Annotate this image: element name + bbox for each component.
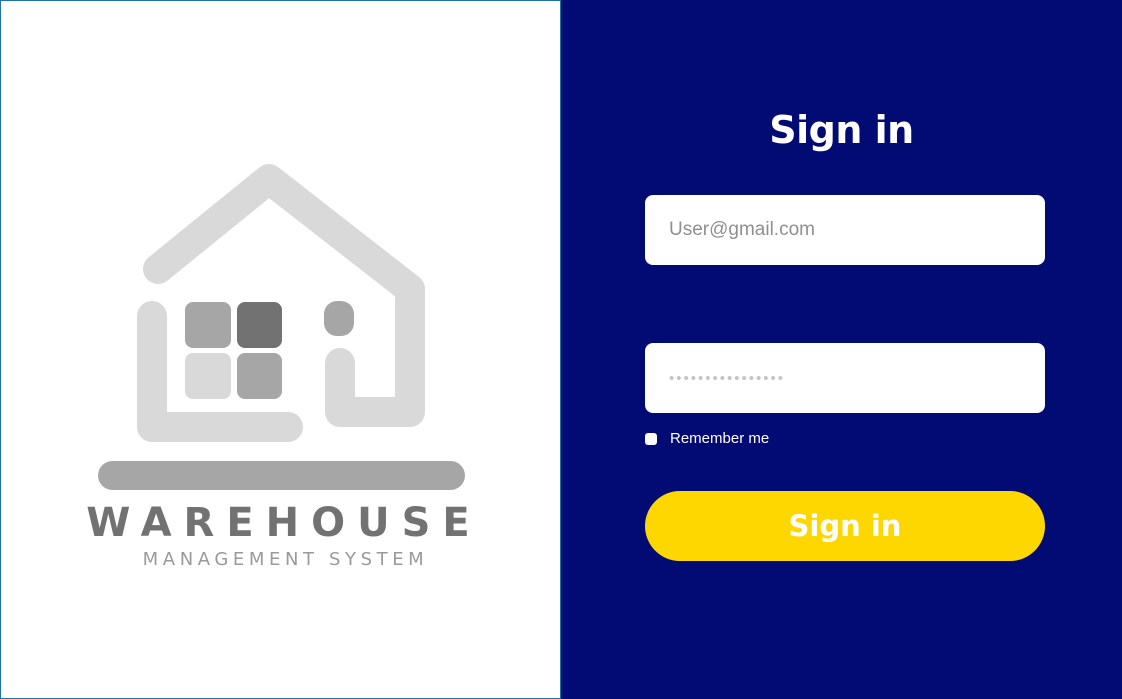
signin-panel: Sign in Remember me Sign in bbox=[561, 0, 1122, 699]
logo-subtitle: MANAGEMENT SYSTEM bbox=[142, 549, 429, 570]
logo-title: WAREHOUSE bbox=[86, 500, 482, 546]
logo-panel: WAREHOUSE MANAGEMENT SYSTEM bbox=[0, 0, 561, 699]
remember-me-label: Remember me bbox=[670, 430, 770, 447]
remember-me-checkbox[interactable] bbox=[645, 433, 657, 445]
signin-button[interactable]: Sign in bbox=[645, 491, 1045, 561]
password-field[interactable] bbox=[645, 343, 1045, 413]
email-field[interactable] bbox=[645, 195, 1045, 265]
signin-heading: Sign in bbox=[769, 108, 914, 152]
warehouse-logo-icon bbox=[98, 164, 465, 490]
remember-me-row[interactable]: Remember me bbox=[645, 430, 769, 448]
